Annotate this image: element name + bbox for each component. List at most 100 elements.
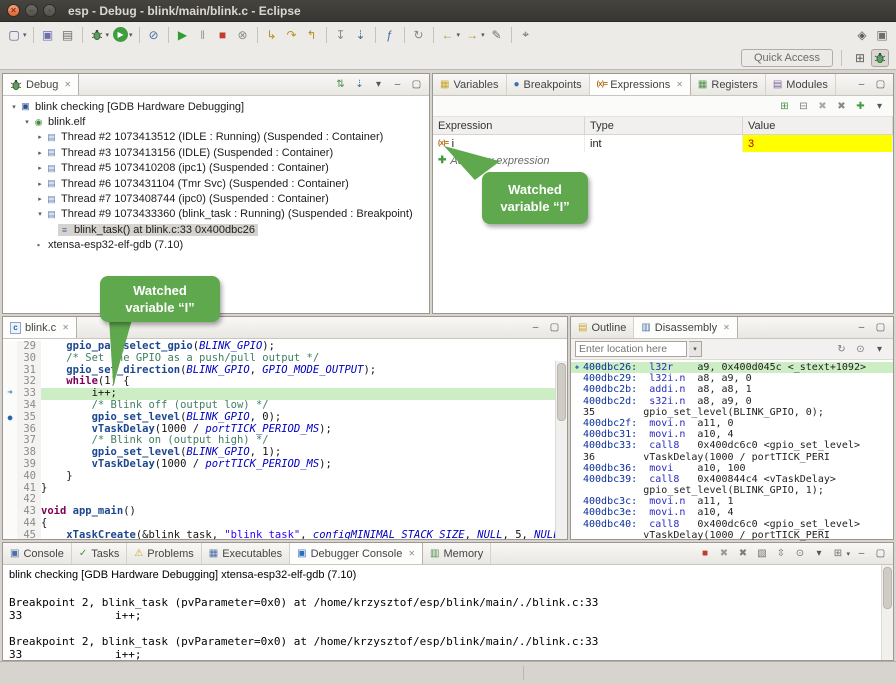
disassembly-line[interactable]: 400dbc2d: s32i.n a8, a9, 0	[571, 396, 893, 407]
view-menu-icon[interactable]: ▾	[871, 98, 888, 115]
instruction-stepping-icon[interactable]: ⇣	[352, 26, 370, 44]
maximize-icon[interactable]: ▢	[872, 319, 889, 336]
location-input[interactable]	[575, 341, 687, 357]
minimize-icon[interactable]: –	[853, 76, 870, 93]
debug-tree-item[interactable]: ▸▤Thread #7 1073408744 (ipc0) (Suspended…	[3, 191, 429, 206]
disassembly-line[interactable]: 400dbc31: movi.n a10, 4	[571, 429, 893, 440]
new-wizard-dropdown-icon[interactable]: ▾	[23, 31, 27, 39]
twisty-icon[interactable]: ▾	[9, 103, 19, 111]
disassembly-line[interactable]: 400dbc2b: addi.n a8, a8, 1	[571, 384, 893, 395]
close-tab-icon[interactable]: ✕	[723, 323, 730, 332]
column-header-type[interactable]: Type	[585, 117, 743, 134]
close-tab-icon[interactable]: ✕	[62, 323, 69, 332]
show-type-names-icon[interactable]: ⊞	[776, 98, 793, 115]
code-editor[interactable]: 29 gpio_pad_select_gpio(BLINK_GPIO);30 /…	[3, 339, 567, 539]
column-header-expression[interactable]: Expression	[433, 117, 585, 134]
debug-tab-debug[interactable]: Debug✕	[3, 74, 79, 95]
window-minimize-button[interactable]: –	[25, 4, 38, 17]
console-tab-executables[interactable]: ▦Executables	[202, 543, 290, 564]
new-wizard-icon[interactable]: ▢	[5, 26, 23, 44]
refresh-icon[interactable]: ↻	[833, 341, 850, 358]
save-icon[interactable]: ▣	[39, 26, 57, 44]
twisty-icon[interactable]: ▾	[22, 118, 32, 126]
minimize-icon[interactable]: –	[853, 545, 870, 562]
step-into-icon[interactable]: ↳	[263, 26, 281, 44]
add-new-expression-row[interactable]: ✚Add new expression	[433, 152, 893, 169]
debug-dropdown-icon[interactable]: ▾	[106, 31, 110, 39]
disconnect-icon[interactable]: ⊗	[234, 26, 252, 44]
maximize-icon[interactable]: ▢	[546, 319, 563, 336]
instruction-stepping-mode-icon[interactable]: ⇣	[351, 76, 368, 93]
step-over-icon[interactable]: ↷	[283, 26, 301, 44]
disassembly-line[interactable]: 400dbc2f: movi.n a11, 0	[571, 418, 893, 429]
collapse-all-icon[interactable]: ⊟	[795, 98, 812, 115]
disassembly-line[interactable]: vTaskDelay(1000 / portTICK_PERI	[571, 530, 893, 541]
disassembly-tab-disassembly[interactable]: ▥Disassembly✕	[634, 317, 738, 338]
twisty-icon[interactable]: ▸	[35, 195, 45, 203]
disassembly-line[interactable]: 400dbc33: call8 0x400dc6c0 <gpio_set_lev…	[571, 440, 893, 451]
twisty-icon[interactable]: ▸	[35, 149, 45, 157]
console-tab-tasks[interactable]: ✓Tasks	[72, 543, 128, 564]
restart-icon[interactable]: ↻	[410, 26, 428, 44]
twisty-icon[interactable]: ▸	[35, 180, 45, 188]
suspend-icon[interactable]: ‖	[194, 26, 212, 44]
editor-tab-c-file[interactable]: cblink.c✕	[3, 317, 77, 338]
maximize-icon[interactable]: ▢	[408, 76, 425, 93]
scroll-lock-icon[interactable]: ⇳	[772, 545, 789, 562]
close-tab-icon[interactable]: ✕	[64, 80, 71, 89]
debug-tree-item[interactable]: ▸▤Thread #2 1073413512 (IDLE : Running) …	[3, 130, 429, 145]
disassembly-line[interactable]: 400dbc3c: movi.n a11, 1	[571, 496, 893, 507]
debug-tree-item[interactable]: ≡blink_task() at blink.c:33 0x400dbc26	[3, 222, 429, 237]
external-tools-icon[interactable]: ▣	[873, 26, 891, 44]
disassembly-line[interactable]: 400dbc40: call8 0x400dc6c0 <gpio_set_lev…	[571, 519, 893, 530]
expressions-tab-modules[interactable]: ▤Modules	[766, 74, 836, 95]
expression-row[interactable]: (x)=iint3	[433, 135, 893, 152]
debug-icon[interactable]	[88, 26, 106, 44]
open-perspective-icon[interactable]: ⊞	[851, 49, 869, 67]
minimize-icon[interactable]: –	[853, 319, 870, 336]
clear-console-icon[interactable]: ▧	[753, 545, 770, 562]
minimize-icon[interactable]: –	[389, 76, 406, 93]
editor-line[interactable]: 41}	[3, 483, 567, 495]
debug-tree-item[interactable]: ▾▣blink checking [GDB Hardware Debugging…	[3, 99, 429, 114]
debug-tree-item[interactable]: ▸▤Thread #5 1073410208 (ipc1) (Suspended…	[3, 161, 429, 176]
use-step-filters-icon[interactable]: ƒ	[381, 26, 399, 44]
close-tab-icon[interactable]: ✕	[408, 549, 415, 558]
twisty-icon[interactable]: ▾	[35, 210, 45, 218]
editor-line[interactable]: 45 xTaskCreate(&blink_task, "blink_task"…	[3, 530, 567, 539]
display-selected-console-icon[interactable]: ▾	[810, 545, 827, 562]
debug-tree-item[interactable]: ▾▤Thread #9 1073433360 (blink_task : Run…	[3, 207, 429, 222]
editor-line[interactable]: 43void app_main()	[3, 506, 567, 518]
open-console-icon[interactable]: ⊞	[829, 545, 846, 562]
editor-line[interactable]: 40 }	[3, 471, 567, 483]
expressions-tab-breakpoints[interactable]: ●Breakpoints	[507, 74, 590, 95]
remove-all-expressions-icon[interactable]: ✖	[833, 98, 850, 115]
remove-all-launches-icon[interactable]: ✖	[734, 545, 751, 562]
minimize-icon[interactable]: –	[527, 319, 544, 336]
disassembly-line[interactable]: ◆400dbc26: l32r a9, 0x400d045c <_stext+1…	[571, 362, 893, 373]
skip-all-breakpoints-icon[interactable]: ⊘	[145, 26, 163, 44]
maximize-icon[interactable]: ▢	[872, 545, 889, 562]
debug-perspective-icon[interactable]	[871, 49, 889, 67]
pin-console-icon[interactable]: ⊙	[791, 545, 808, 562]
search-icon[interactable]: ⌖	[517, 26, 535, 44]
editor-line[interactable]: 39 vTaskDelay(1000 / portTICK_PERIOD_MS)…	[3, 459, 567, 471]
open-console-dropdown-icon[interactable]: ▾	[846, 550, 850, 558]
step-return-icon[interactable]: ↰	[303, 26, 321, 44]
console-scrollbar-thumb[interactable]	[883, 567, 892, 609]
view-menu-icon[interactable]: ▾	[871, 341, 888, 358]
run-icon[interactable]: ▶	[113, 27, 128, 42]
debug-tree-item[interactable]: ▸▤Thread #6 1073431104 (Tmr Svc) (Suspen…	[3, 176, 429, 191]
quick-access-button[interactable]: Quick Access	[741, 49, 833, 67]
expressions-tab-variables[interactable]: ▦Variables	[433, 74, 507, 95]
twisty-icon[interactable]: ▸	[35, 133, 45, 141]
disassembly-line[interactable]: 400dbc29: l32i.n a8, a9, 0	[571, 373, 893, 384]
console-tab-memory[interactable]: ▥Memory	[423, 543, 491, 564]
disassembly-line[interactable]: gpio_set_level(BLINK_GPIO, 1);	[571, 485, 893, 496]
print-icon[interactable]: ▤	[59, 26, 77, 44]
forward-icon[interactable]: →	[463, 26, 481, 44]
console-tab-console[interactable]: ▣Console	[3, 543, 72, 564]
console-scrollbar[interactable]	[881, 565, 893, 660]
window-close-button[interactable]: ✕	[7, 4, 20, 17]
view-menu-icon[interactable]: ▾	[370, 76, 387, 93]
